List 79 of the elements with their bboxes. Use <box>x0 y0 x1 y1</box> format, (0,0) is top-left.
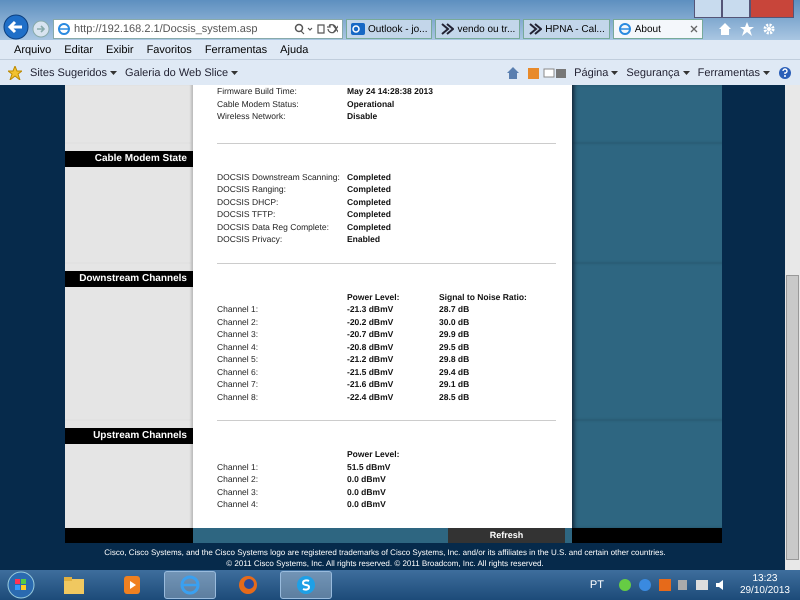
field-value: Completed <box>347 220 392 233</box>
table-cell-text: 29.5 dB <box>439 340 470 353</box>
column-header: Power Level: <box>347 448 400 460</box>
copyright-text: Cisco, Cisco Systems, and the Cisco Systems logo are registered trademarks of Cisco Systems, Inc. and/or its affiliates in the U.S. and certain other countries. <box>103 547 667 558</box>
command-menu[interactable]: Página <box>574 66 608 78</box>
channel-label: Channel 2: <box>217 473 260 486</box>
field-value: Completed <box>347 196 392 208</box>
channel-label: Channel 3: <box>217 328 260 340</box>
column-header: Signal to Noise Ratio: <box>439 290 528 303</box>
address-bar[interactable]: http://192.168.2.1/Docsis_system.asp <box>53 19 343 39</box>
field-value: May 24 14:28:38 2013 <box>347 85 434 98</box>
channel-label: Channel 1: <box>217 460 260 473</box>
field-value: Disable <box>347 110 378 122</box>
table-cell-text: -22.4 dBmV <box>347 390 394 403</box>
table-cell-text: -21.5 dBmV <box>347 366 394 378</box>
browser-tab[interactable]: Outlook - jo... <box>346 19 432 39</box>
menu-item[interactable]: Ajuda <box>280 44 308 56</box>
clock-time[interactable]: 13:23 <box>752 573 778 585</box>
table-cell-text: -21.6 dBmV <box>347 378 394 390</box>
table-cell-text: 30.0 dB <box>439 316 470 328</box>
channel-label: Channel 2: <box>217 316 260 328</box>
browser-tab[interactable]: About <box>612 19 703 39</box>
field-value: Completed <box>347 183 392 196</box>
channel-label: Channel 4: <box>217 340 260 353</box>
field-value: Enabled <box>347 233 382 246</box>
channel-label: Channel 7: <box>217 378 260 390</box>
column-header: Power Level: <box>347 290 400 303</box>
command-menu[interactable]: Ferramentas <box>698 66 760 78</box>
field-label: DOCSIS Ranging: <box>217 183 287 196</box>
section-header: Cable Modem State <box>65 150 193 166</box>
field-label: Wireless Network: <box>217 110 286 122</box>
field-value: Completed <box>347 208 392 220</box>
menu-item[interactable]: Ferramentas <box>204 44 268 56</box>
table-cell-text: 28.7 dB <box>439 303 470 316</box>
channel-label: Channel 6: <box>217 366 260 378</box>
menu-item[interactable]: Editar <box>64 44 94 56</box>
table-cell-text: -20.7 dBmV <box>347 328 394 340</box>
field-label: DOCSIS DHCP: <box>217 196 280 208</box>
browser-tab[interactable]: vendo ou tr... <box>435 19 520 39</box>
table-cell-text: 29.9 dB <box>439 328 470 340</box>
language-indicator[interactable]: PT <box>590 579 604 591</box>
field-label: Cable Modem Status: <box>217 98 300 110</box>
section-header: Upstream Channels <box>65 428 193 444</box>
table-cell-text: 51.5 dBmV <box>347 460 392 473</box>
channel-label: Channel 1: <box>217 303 260 316</box>
clock-date[interactable]: 29/10/2013 <box>740 585 790 597</box>
channel-label: Channel 8: <box>217 390 260 403</box>
table-cell-text: 28.5 dB <box>439 390 470 403</box>
table-cell-text: -20.2 dBmV <box>347 316 394 328</box>
section-header: Downstream Channels <box>65 270 193 286</box>
field-label: Firmware Build Time: <box>217 85 298 98</box>
table-cell-text: -20.8 dBmV <box>347 340 394 353</box>
favorites-link[interactable]: Galeria do Web Slice <box>125 66 228 78</box>
channel-label: Channel 3: <box>217 486 260 498</box>
table-cell-text: 29.1 dB <box>439 378 470 390</box>
field-value: Completed <box>347 170 392 183</box>
browser-tab[interactable]: HPNA - Cal... <box>523 19 610 39</box>
field-label: DOCSIS Downstream Scanning: <box>217 170 341 183</box>
menu-item[interactable]: Arquivo <box>14 44 52 56</box>
favorites-link[interactable]: Sites Sugeridos <box>30 66 108 78</box>
table-cell-text: 29.8 dB <box>439 353 470 366</box>
copyright-text: © 2011 Cisco Systems, Inc. All rights reserved. © 2011 Broadcom, Inc. All rights reserved. <box>225 558 545 569</box>
menu-item[interactable]: Favoritos <box>146 44 192 56</box>
menu-item[interactable]: Exibir <box>106 44 134 56</box>
field-label: DOCSIS Data Reg Complete: <box>217 220 330 233</box>
field-value: Operational <box>347 98 396 110</box>
table-cell-text: 0.0 dBmV <box>347 498 387 510</box>
table-cell-text: 0.0 dBmV <box>347 473 387 486</box>
table-cell-text: 0.0 dBmV <box>347 486 387 498</box>
url-text: http://192.168.2.1/Docsis_system.asp <box>74 23 258 35</box>
field-label: DOCSIS Privacy: <box>217 233 284 246</box>
command-menu[interactable]: Segurança <box>626 66 680 78</box>
table-cell-text: 29.4 dB <box>439 366 470 378</box>
channel-label: Channel 4: <box>217 498 260 510</box>
table-cell-text: -21.3 dBmV <box>347 303 394 316</box>
channel-label: Channel 5: <box>217 353 260 366</box>
table-cell-text: -21.2 dBmV <box>347 353 394 366</box>
refresh-button[interactable]: Refresh <box>448 528 565 542</box>
field-label: DOCSIS TFTP: <box>217 208 276 220</box>
